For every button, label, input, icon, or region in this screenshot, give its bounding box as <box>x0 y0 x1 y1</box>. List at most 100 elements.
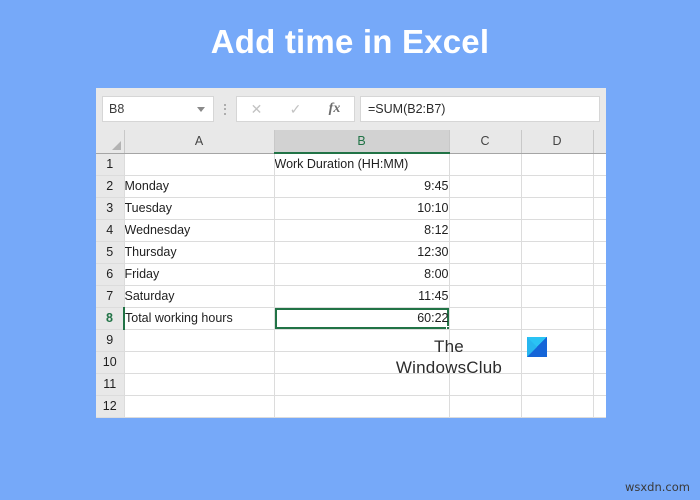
check-icon[interactable]: ✓ <box>276 97 315 121</box>
row-header-10[interactable]: 10 <box>96 351 125 374</box>
cell-c3[interactable] <box>449 197 522 220</box>
cell-c2[interactable] <box>449 175 522 198</box>
cell-b1[interactable]: Work Duration (HH:MM) <box>274 153 450 176</box>
table-row: 5 Thursday 12:30 <box>96 241 606 264</box>
cell-d1[interactable] <box>521 153 594 176</box>
cell-c1[interactable] <box>449 153 522 176</box>
cell-a12[interactable] <box>124 395 275 418</box>
cell-b6[interactable]: 8:00 <box>274 263 450 286</box>
cell-c8[interactable] <box>449 307 522 330</box>
cell-c4[interactable] <box>449 219 522 242</box>
cell-e9[interactable] <box>593 329 606 352</box>
cell-d5[interactable] <box>521 241 594 264</box>
sheet-table: A B C D 1 Work Duration (HH:MM) 2 Monday… <box>96 130 606 418</box>
cell-e2[interactable] <box>593 175 606 198</box>
cell-d8[interactable] <box>521 307 594 330</box>
cell-e10[interactable] <box>593 351 606 374</box>
table-row: 2 Monday 9:45 <box>96 175 606 198</box>
cell-e3[interactable] <box>593 197 606 220</box>
cell-d6[interactable] <box>521 263 594 286</box>
row-header-1[interactable]: 1 <box>96 153 125 176</box>
cell-b4[interactable]: 8:12 <box>274 219 450 242</box>
cell-c12[interactable] <box>449 395 522 418</box>
column-header-a[interactable]: A <box>124 130 275 154</box>
cell-c6[interactable] <box>449 263 522 286</box>
cell-b2[interactable]: 9:45 <box>274 175 450 198</box>
cell-a9[interactable] <box>124 329 275 352</box>
close-icon[interactable]: ✕ <box>237 97 276 121</box>
cell-a3[interactable]: Tuesday <box>124 197 275 220</box>
cell-b9[interactable] <box>274 329 450 352</box>
table-row: 4 Wednesday 8:12 <box>96 219 606 242</box>
cell-e7[interactable] <box>593 285 606 308</box>
fx-icon[interactable]: fx <box>315 97 354 121</box>
cell-c7[interactable] <box>449 285 522 308</box>
cell-b3[interactable]: 10:10 <box>274 197 450 220</box>
name-box[interactable]: B8 <box>102 96 214 122</box>
table-row: 6 Friday 8:00 <box>96 263 606 286</box>
cell-a6[interactable]: Friday <box>124 263 275 286</box>
cell-e1[interactable] <box>593 153 606 176</box>
cell-d4[interactable] <box>521 219 594 242</box>
row-header-12[interactable]: 12 <box>96 395 125 418</box>
table-row: 12 <box>96 395 606 418</box>
row-header-3[interactable]: 3 <box>96 197 125 220</box>
dot <box>224 108 226 110</box>
spreadsheet-grid[interactable]: A B C D 1 Work Duration (HH:MM) 2 Monday… <box>96 130 606 418</box>
cell-b8[interactable]: 60:22 <box>274 307 450 330</box>
cell-d3[interactable] <box>521 197 594 220</box>
formula-bar: B8 ✕ ✓ fx =SUM(B2:B7) <box>96 88 606 130</box>
cell-b11[interactable] <box>274 373 450 396</box>
table-row: 8 Total working hours 60:22 <box>96 307 606 330</box>
cell-b7[interactable]: 11:45 <box>274 285 450 308</box>
column-header-e-partial[interactable] <box>593 130 606 154</box>
cell-d2[interactable] <box>521 175 594 198</box>
cell-e6[interactable] <box>593 263 606 286</box>
row-header-5[interactable]: 5 <box>96 241 125 264</box>
cell-b5[interactable]: 12:30 <box>274 241 450 264</box>
cell-a10[interactable] <box>124 351 275 374</box>
row-header-11[interactable]: 11 <box>96 373 125 396</box>
row-header-9[interactable]: 9 <box>96 329 125 352</box>
cell-a4[interactable]: Wednesday <box>124 219 275 242</box>
cell-a8[interactable]: Total working hours <box>124 307 275 330</box>
fill-handle[interactable] <box>445 325 448 328</box>
column-header-b[interactable]: B <box>274 130 450 154</box>
row-header-8[interactable]: 8 <box>96 307 125 330</box>
row-header-6[interactable]: 6 <box>96 263 125 286</box>
cell-d12[interactable] <box>521 395 594 418</box>
row-header-4[interactable]: 4 <box>96 219 125 242</box>
row-header-2[interactable]: 2 <box>96 175 125 198</box>
select-all-triangle-icon <box>111 140 121 150</box>
select-all-button[interactable] <box>96 130 125 154</box>
cell-d9[interactable] <box>521 329 594 352</box>
table-row: 11 <box>96 373 606 396</box>
cell-e8[interactable] <box>593 307 606 330</box>
cell-b8-value: 60:22 <box>417 311 449 325</box>
cell-d10[interactable] <box>521 351 594 374</box>
cell-a11[interactable] <box>124 373 275 396</box>
table-row: 3 Tuesday 10:10 <box>96 197 606 220</box>
cell-a2[interactable]: Monday <box>124 175 275 198</box>
cell-d7[interactable] <box>521 285 594 308</box>
cell-e4[interactable] <box>593 219 606 242</box>
cell-c5[interactable] <box>449 241 522 264</box>
row-header-7[interactable]: 7 <box>96 285 125 308</box>
dot <box>224 103 226 106</box>
cell-a1[interactable] <box>124 153 275 176</box>
cell-a5[interactable]: Thursday <box>124 241 275 264</box>
cell-b12[interactable] <box>274 395 450 418</box>
cell-e11[interactable] <box>593 373 606 396</box>
chevron-down-icon[interactable] <box>197 106 205 112</box>
column-header-c[interactable]: C <box>449 130 522 154</box>
cell-d11[interactable] <box>521 373 594 396</box>
formula-input[interactable]: =SUM(B2:B7) <box>360 96 600 122</box>
cell-c10[interactable] <box>449 351 522 374</box>
cell-e12[interactable] <box>593 395 606 418</box>
cell-a7[interactable]: Saturday <box>124 285 275 308</box>
cell-b10[interactable] <box>274 351 450 374</box>
cell-c11[interactable] <box>449 373 522 396</box>
column-header-d[interactable]: D <box>521 130 594 154</box>
cell-e5[interactable] <box>593 241 606 264</box>
cell-c9[interactable] <box>449 329 522 352</box>
